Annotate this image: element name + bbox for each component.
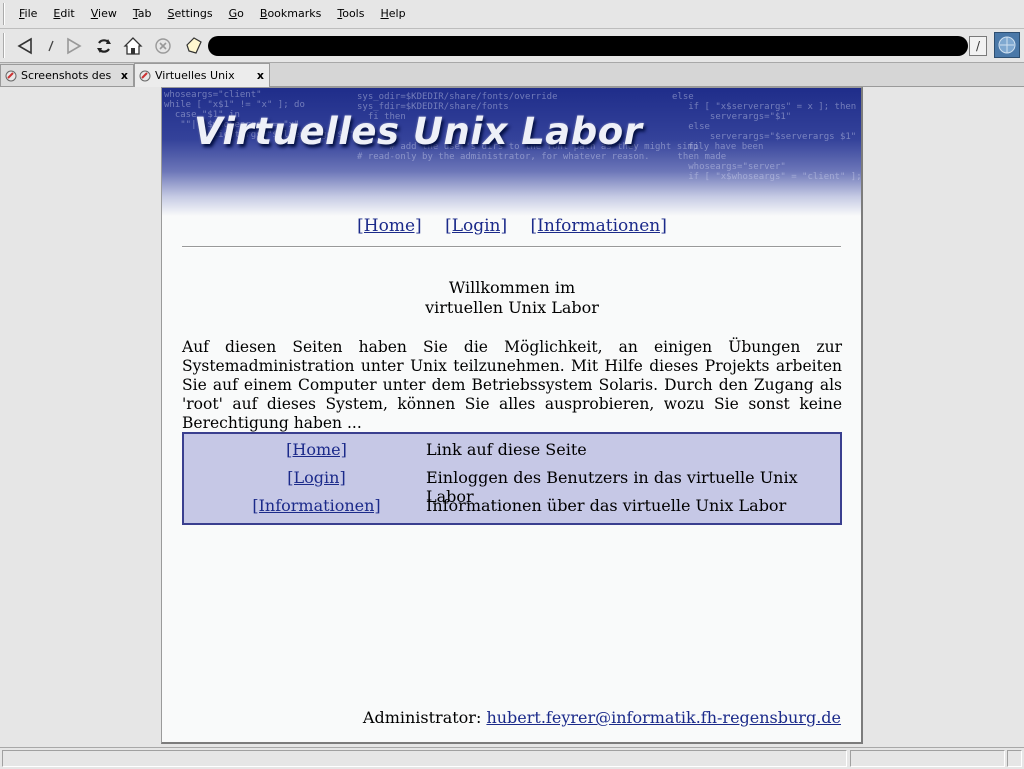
address-dropdown-button[interactable]: / bbox=[969, 36, 987, 56]
menu-bar: File Edit View Tab Settings Go Bookmarks… bbox=[0, 0, 1024, 29]
link-table: [Home] Link auf diese Seite [Login] Einl… bbox=[182, 432, 842, 525]
stop-button[interactable] bbox=[152, 35, 174, 57]
forward-arrow-icon bbox=[67, 37, 82, 55]
nav-home-link[interactable]: [Home] bbox=[357, 216, 422, 236]
page-banner: whoseargs="client" while [ "x$1" != "x" … bbox=[162, 88, 862, 216]
bookmark-icon bbox=[186, 37, 202, 54]
banner-code-texture: else if [ "x$serverargs" = x ]; then ser… bbox=[672, 92, 862, 182]
welcome-heading: Willkommen im virtuellen Unix Labor bbox=[162, 278, 861, 318]
table-row: [Informationen] Informationen über das v… bbox=[184, 494, 840, 518]
menubar-grip[interactable] bbox=[3, 3, 11, 25]
menu-settings[interactable]: Settings bbox=[160, 0, 221, 28]
table-login-link[interactable]: [Login] bbox=[287, 468, 345, 487]
menu-go[interactable]: Go bbox=[221, 0, 252, 28]
back-button[interactable] bbox=[14, 35, 36, 57]
menu-tab[interactable]: Tab bbox=[125, 0, 160, 28]
back-arrow-icon bbox=[17, 37, 32, 55]
menu-file[interactable]: File bbox=[11, 0, 45, 28]
tab-screenshots[interactable]: Screenshots des x bbox=[0, 64, 134, 86]
page-favicon-icon bbox=[5, 70, 17, 81]
progress-area bbox=[850, 750, 1005, 767]
table-description: Informationen über das virtuelle Unix La… bbox=[426, 496, 787, 515]
nav-login-link[interactable]: [Login] bbox=[445, 216, 507, 236]
horizontal-rule bbox=[182, 246, 841, 248]
menu-help[interactable]: Help bbox=[372, 0, 413, 28]
close-tab-icon[interactable]: x bbox=[257, 69, 264, 82]
bookmark-page-button[interactable] bbox=[183, 35, 205, 57]
tab-bar: Screenshots des x Virtuelles Unix x bbox=[0, 63, 1024, 87]
toolbar-grip[interactable] bbox=[3, 33, 11, 58]
page-favicon-icon bbox=[139, 70, 151, 81]
admin-email-link[interactable]: hubert.feyrer@informatik.fh-regensburg.d… bbox=[486, 708, 841, 727]
resize-grip[interactable] bbox=[1007, 750, 1022, 767]
nav-info-link[interactable]: [Informationen] bbox=[531, 216, 667, 236]
intro-paragraph: Auf diesen Seiten haben Sie die Möglichk… bbox=[182, 338, 842, 432]
page-viewport: whoseargs="client" while [ "x$1" != "x" … bbox=[161, 87, 863, 744]
menu-bookmarks[interactable]: Bookmarks bbox=[252, 0, 329, 28]
home-button[interactable] bbox=[122, 35, 144, 57]
tab-label: Screenshots des bbox=[21, 69, 112, 82]
address-bar[interactable] bbox=[208, 36, 968, 56]
table-row: [Home] Link auf diese Seite bbox=[184, 438, 840, 462]
table-home-link[interactable]: [Home] bbox=[286, 440, 347, 459]
history-dropdown-icon bbox=[48, 40, 54, 52]
tab-label: Virtuelles Unix bbox=[155, 69, 235, 82]
reload-button[interactable] bbox=[93, 35, 115, 57]
close-tab-icon[interactable]: x bbox=[121, 69, 128, 82]
stop-icon bbox=[155, 38, 171, 54]
admin-label: Administrator: bbox=[362, 708, 482, 727]
top-navigation: [Home] [Login] [Informationen] bbox=[162, 216, 861, 236]
table-description: Link auf diese Seite bbox=[426, 440, 587, 459]
back-history-dropdown[interactable] bbox=[40, 35, 62, 57]
table-row: [Login] Einloggen des Benutzers in das v… bbox=[184, 466, 840, 506]
welcome-line-1: Willkommen im bbox=[448, 278, 576, 297]
table-info-link[interactable]: [Informationen] bbox=[252, 496, 380, 515]
status-text-area bbox=[2, 750, 847, 767]
welcome-line-2: virtuellen Unix Labor bbox=[425, 298, 599, 317]
home-icon bbox=[123, 37, 143, 55]
banner-title: Virtuelles Unix Labor bbox=[194, 110, 643, 153]
tab-virtuelles-unix[interactable]: Virtuelles Unix x bbox=[134, 63, 270, 87]
status-bar bbox=[0, 747, 1024, 769]
menu-tools[interactable]: Tools bbox=[329, 0, 372, 28]
forward-button[interactable] bbox=[63, 35, 85, 57]
menu-view[interactable]: View bbox=[83, 0, 125, 28]
reload-icon bbox=[97, 39, 111, 53]
admin-contact: Administrator: hubert.feyrer@informatik.… bbox=[363, 708, 841, 727]
menu-edit[interactable]: Edit bbox=[45, 0, 82, 28]
globe-icon bbox=[998, 36, 1016, 54]
throbber-logo[interactable] bbox=[994, 32, 1020, 58]
